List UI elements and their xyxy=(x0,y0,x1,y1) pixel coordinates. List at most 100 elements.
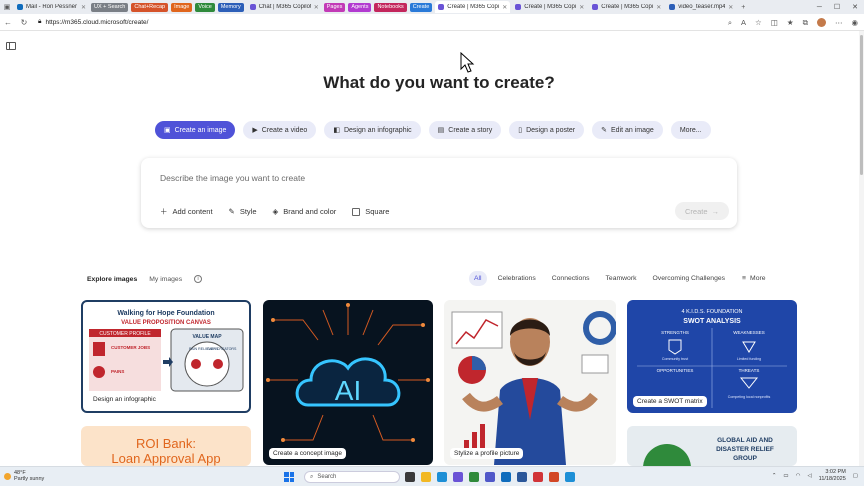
favorites-icon[interactable]: ★ xyxy=(787,18,794,27)
filter-overcoming-challenges[interactable]: Overcoming Challenges xyxy=(648,271,731,286)
info-icon[interactable]: i xyxy=(194,275,203,283)
favorite-icon[interactable]: ☆ xyxy=(755,18,762,27)
sidebar-toggle-icon[interactable] xyxy=(6,42,16,50)
edge-icon[interactable] xyxy=(437,472,447,482)
tab-explore-images[interactable]: Explore images xyxy=(87,276,137,283)
tab-group[interactable]: UX + Search xyxy=(91,2,129,12)
tab-group[interactable]: Pages xyxy=(323,2,346,12)
card-roi-bank[interactable]: ROI Bank: Loan Approval App xyxy=(81,426,251,466)
card-concept[interactable]: AI Create a concept image xyxy=(263,300,433,465)
browser-tab[interactable]: Create | M365 Copil ✕ xyxy=(512,1,587,13)
create-button[interactable]: Create → xyxy=(675,202,729,220)
tab-label: Create | M365 Copil xyxy=(601,4,654,10)
filter-celebrations[interactable]: Celebrations xyxy=(493,271,541,286)
url-field[interactable]: 🔒︎ https://m365.cloud.microsoft/create/ xyxy=(38,18,148,26)
split-screen-icon[interactable]: ◫ xyxy=(771,18,778,27)
menu-icon[interactable]: ⋯ xyxy=(835,18,843,27)
more-filters-button[interactable]: ≡ More xyxy=(742,275,765,282)
scrollbar[interactable] xyxy=(859,31,864,466)
excel-icon[interactable] xyxy=(469,472,479,482)
browser-tab[interactable]: Mail - Ron Pessner - ✕ xyxy=(14,1,89,13)
date: 11/18/2025 xyxy=(818,476,846,482)
create-label: Create xyxy=(684,206,708,216)
read-aloud-icon[interactable]: A xyxy=(741,18,746,27)
start-icon[interactable] xyxy=(284,472,294,482)
weather-widget[interactable]: 48°F Partly sunny xyxy=(4,470,44,482)
tab-group[interactable]: Create xyxy=(409,2,433,12)
chip-design-a-poster[interactable]: ▯ Design a poster xyxy=(509,121,585,139)
wifi-icon[interactable]: ◠ xyxy=(796,473,801,479)
teams-icon[interactable] xyxy=(485,472,495,482)
close-icon[interactable]: ✕ xyxy=(852,3,858,11)
profile-avatar[interactable] xyxy=(816,18,826,27)
chip-create-a-video[interactable]: ▶ Create a video xyxy=(243,121,317,139)
file-explorer-icon[interactable] xyxy=(421,472,431,482)
brand-button[interactable]: ◈ Brand and color xyxy=(273,206,337,217)
browser-tab[interactable]: video_teaser.mp4 ✕ xyxy=(666,1,736,13)
browser-icon[interactable] xyxy=(565,472,575,482)
volume-icon[interactable]: ◁ xyxy=(807,473,811,479)
tab-my-images[interactable]: My images xyxy=(149,276,182,283)
tab-group[interactable]: Notebooks xyxy=(374,2,407,12)
add-content-button[interactable]: ＋ Add content xyxy=(160,206,213,217)
close-tab-icon[interactable]: ✕ xyxy=(502,4,507,11)
swot-title: SWOT ANALYSIS xyxy=(683,318,741,325)
card-global-aid[interactable]: GLOBAL AID AND DISASTER RELIEF GROUP xyxy=(627,426,797,466)
chip-label: Create an image xyxy=(174,126,227,134)
copilot-app-icon[interactable] xyxy=(453,472,463,482)
browser-tab[interactable]: Create | M365 Copil ✕ xyxy=(589,1,664,13)
collections-icon[interactable]: ⧉ xyxy=(803,18,808,28)
filter-teamwork[interactable]: Teamwork xyxy=(601,271,642,286)
notifications-icon[interactable]: ▢ xyxy=(853,473,858,479)
outlook-icon[interactable] xyxy=(501,472,511,482)
prompt-input[interactable]: Describe the image you want to create xyxy=(160,173,305,183)
chip-more[interactable]: More... xyxy=(670,121,711,139)
tab-group[interactable]: Agents xyxy=(348,2,372,12)
chip-create-an-image[interactable]: ▣ Create an image xyxy=(155,121,236,139)
browser-tab[interactable]: Create | M365 Copil ✕ xyxy=(435,1,511,13)
chip-edit-an-image[interactable]: ✎ Edit an image xyxy=(592,121,663,139)
card-subtitle: VALUE PROPOSITION CANVAS xyxy=(121,320,211,326)
taskbar-search[interactable]: ⌕ Search xyxy=(304,471,400,483)
card-profile[interactable]: Stylize a profile picture xyxy=(444,300,616,465)
aspect-button[interactable]: Square xyxy=(352,206,389,217)
copilot-icon[interactable]: ◉ xyxy=(851,18,858,27)
card-infographic[interactable]: Walking for Hope Foundation VALUE PROPOS… xyxy=(81,300,251,413)
filter-all[interactable]: All xyxy=(469,271,487,286)
chip-label: Create a video xyxy=(261,126,308,134)
minimize-icon[interactable]: ─ xyxy=(817,4,822,11)
scrollbar-thumb[interactable] xyxy=(860,35,863,175)
chip-design-an-infographic[interactable]: ◧ Design an infographic xyxy=(324,121,421,139)
workspaces-icon[interactable]: ▣ xyxy=(2,2,12,12)
card-swot[interactable]: 4 K.I.D.S. FOUNDATION SWOT ANALYSIS STRE… xyxy=(627,300,797,413)
new-tab-icon[interactable]: + xyxy=(738,2,748,12)
recorder-icon[interactable] xyxy=(549,472,559,482)
tab-group[interactable]: Voice xyxy=(195,2,215,12)
word-icon[interactable] xyxy=(517,472,527,482)
chip-create-a-story[interactable]: ▤ Create a story xyxy=(428,121,502,139)
tab-group[interactable]: Memory xyxy=(217,2,244,12)
task-view-icon[interactable] xyxy=(405,472,415,482)
weather-text: Partly sunny xyxy=(14,476,45,482)
back-icon[interactable]: ← xyxy=(0,18,16,27)
site-info-icon[interactable]: 🔒︎ xyxy=(38,18,41,26)
browser-tab[interactable]: Chat | M365 Copilot ✕ xyxy=(247,1,322,13)
filter-connections[interactable]: Connections xyxy=(547,271,595,286)
chevron-up-icon[interactable]: ⌃ xyxy=(772,473,777,479)
refresh-icon[interactable]: ↻ xyxy=(16,18,32,27)
maximize-icon[interactable]: ☐ xyxy=(834,3,840,11)
close-tab-icon[interactable]: ✕ xyxy=(728,4,733,11)
close-tab-icon[interactable]: ✕ xyxy=(81,4,86,11)
tab-group[interactable]: Chat+Recap xyxy=(131,2,169,12)
weaknesses-label: WEAKNESSES xyxy=(733,330,765,335)
powerpoint-icon[interactable] xyxy=(533,472,543,482)
close-tab-icon[interactable]: ✕ xyxy=(656,4,661,11)
style-button[interactable]: ✎ Style xyxy=(229,206,257,217)
tab-group[interactable]: Image xyxy=(171,2,193,12)
filter-chips: All Celebrations Connections Teamwork Overco… xyxy=(469,271,766,286)
close-tab-icon[interactable]: ✕ xyxy=(314,4,319,11)
zoom-icon[interactable]: ⌕ xyxy=(728,18,732,28)
clock[interactable]: 3:02 PM 11/18/2025 xyxy=(819,469,846,483)
battery-icon[interactable]: ▭ xyxy=(783,473,788,479)
close-tab-icon[interactable]: ✕ xyxy=(579,4,584,11)
